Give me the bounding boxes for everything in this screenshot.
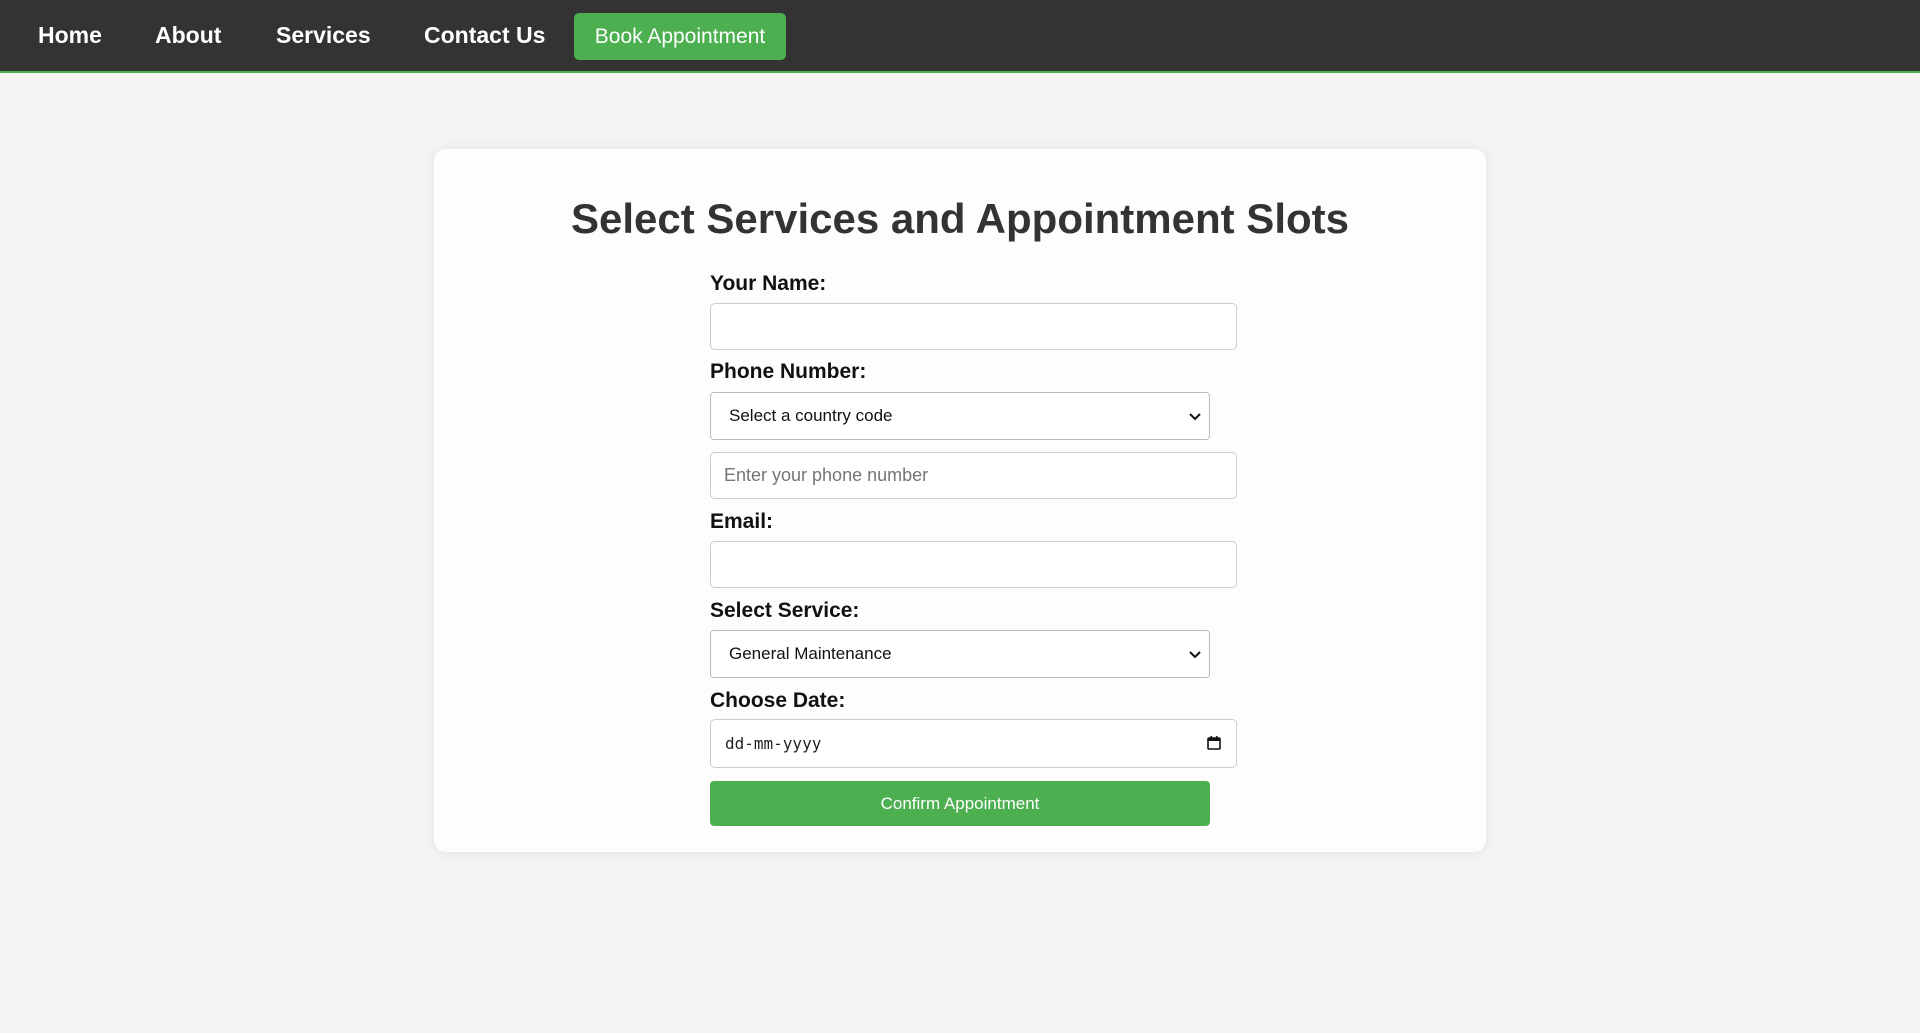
country-code-selected: Select a country code <box>729 406 893 425</box>
date-input[interactable]: dd-mm-yyyy <box>710 719 1237 768</box>
chevron-down-icon <box>1189 413 1201 421</box>
country-code-select[interactable]: Select a country code <box>710 392 1210 440</box>
chevron-down-icon <box>1189 651 1201 659</box>
date-placeholder: dd-mm-yyyy <box>725 734 822 753</box>
name-input[interactable] <box>710 303 1237 350</box>
phone-label: Phone Number: <box>710 360 867 383</box>
service-selected: General Maintenance <box>729 644 892 663</box>
email-input[interactable] <box>710 541 1237 588</box>
book-appointment-button[interactable]: Book Appointment <box>574 13 786 60</box>
name-label: Your Name: <box>710 272 827 295</box>
page-title: Select Services and Appointment Slots <box>571 195 1349 242</box>
email-label: Email: <box>710 510 774 533</box>
navbar: Home About Services Contact Us Book Appo… <box>0 0 1920 73</box>
phone-number-input[interactable] <box>710 452 1237 499</box>
nav-link-about[interactable]: About <box>155 0 221 71</box>
nav-link-home[interactable]: Home <box>38 0 102 71</box>
service-label: Select Service: <box>710 599 860 622</box>
confirm-appointment-button[interactable]: Confirm Appointment <box>710 781 1210 826</box>
nav-link-services[interactable]: Services <box>276 0 371 71</box>
calendar-icon[interactable] <box>1206 735 1222 751</box>
service-select[interactable]: General Maintenance <box>710 630 1210 678</box>
date-label: Choose Date: <box>710 689 846 712</box>
nav-link-contact[interactable]: Contact Us <box>424 0 545 71</box>
